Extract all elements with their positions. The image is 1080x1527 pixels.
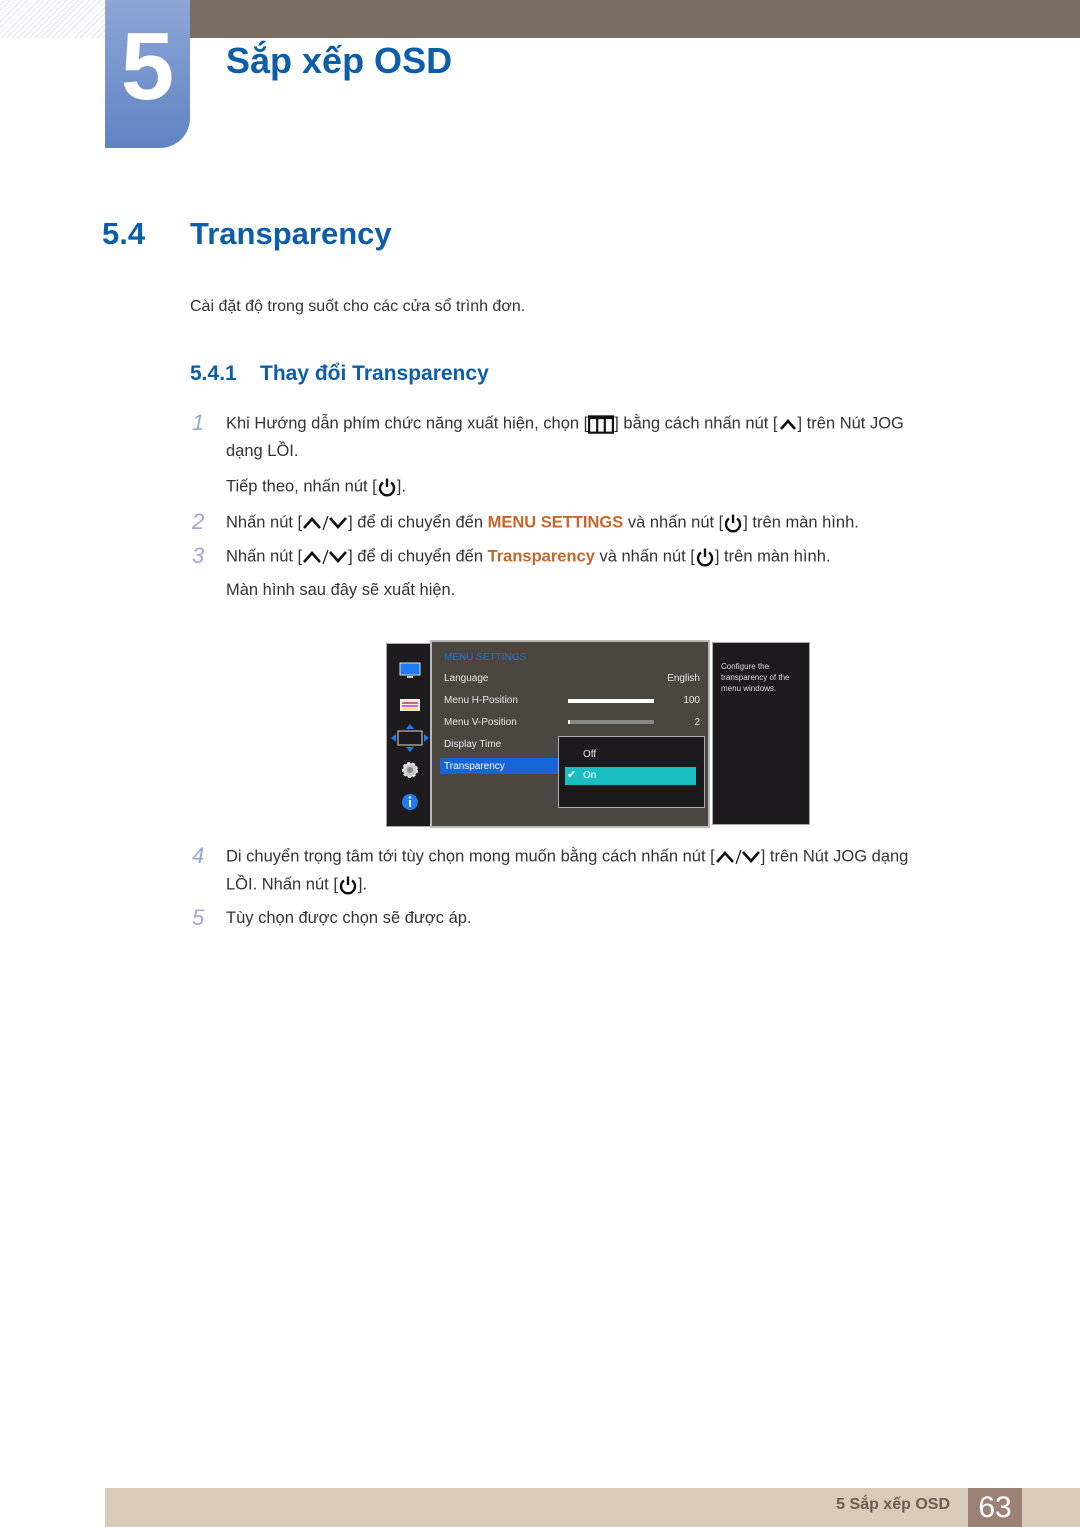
step-3-line: Nhấn nút [ ] để di chuyển đến Transparenc…: [226, 547, 830, 567]
menu-icon: [588, 414, 614, 434]
gear-icon: [402, 762, 418, 778]
up-down-icon: [715, 847, 761, 867]
monitor-icon: [399, 662, 421, 678]
chapter-badge: 5: [105, 0, 190, 148]
h-position-slider[interactable]: [568, 699, 654, 703]
osd-title: MENU SETTINGS: [444, 652, 527, 663]
osd-item-display-time[interactable]: Display Time: [444, 739, 501, 750]
step-1-line-2: dạng LỒI.: [226, 442, 299, 460]
v-position-slider[interactable]: [568, 720, 654, 724]
step-number: 1: [192, 410, 205, 435]
step-text: Di chuyển trọng tâm tới tùy chọn mong mu…: [226, 847, 715, 866]
step-text: ] để di chuyển đến: [348, 513, 488, 532]
osd-item-v-position[interactable]: Menu V-Position: [444, 717, 517, 728]
osd-help-text: Configure the transparency of the menu w…: [721, 662, 790, 693]
step-text: ].: [396, 477, 406, 496]
v-position-slider-fill: [568, 720, 570, 724]
picture-icon: [400, 699, 420, 711]
step-number: 3: [192, 543, 205, 568]
step-text: Khi Hướng dẫn phím chức năng xuất hiện, …: [226, 414, 589, 433]
power-icon: [695, 547, 715, 567]
subsection-title: Thay đổi Transparency: [260, 362, 489, 385]
intro-text: Cài đặt độ trong suốt cho các cửa sổ trì…: [190, 298, 526, 315]
option-on[interactable]: ✔ On: [565, 767, 696, 785]
check-icon: ✔: [567, 769, 577, 781]
osd-sidebar: [386, 643, 434, 827]
step-text: và nhấn nút [: [623, 513, 724, 532]
up-down-icon: [302, 513, 348, 533]
osd-value-language: English: [667, 673, 700, 684]
chapter-number: 5: [120, 13, 175, 120]
section-number: 5.4: [102, 216, 146, 251]
step-4-line: Di chuyển trọng tâm tới tùy chọn mong mu…: [226, 847, 908, 867]
step-3-line-2: Màn hình sau đây sẽ xuất hiện.: [226, 581, 456, 599]
osd-value-v-position: 2: [694, 717, 700, 728]
footer-chapter-label: 5 Sắp xếp OSD: [836, 1496, 950, 1513]
step-1-line: Khi Hướng dẫn phím chức năng xuất hiện, …: [226, 414, 904, 434]
info-icon: [402, 794, 418, 810]
osd-item-language[interactable]: Language: [444, 673, 489, 684]
osd-screenshot: MENU SETTINGS Language English Menu H-Po…: [386, 640, 810, 830]
step-text: ] để di chuyển đến: [348, 547, 488, 566]
page-number: 63: [968, 1488, 1022, 1527]
header-hatch: [0, 0, 105, 38]
step-text: ] trên màn hình.: [714, 547, 831, 566]
osd-main-panel: MENU SETTINGS Language English Menu H-Po…: [430, 640, 710, 828]
chapter-title: Sắp xếp OSD: [226, 40, 453, 81]
position-icon: [391, 724, 429, 752]
osd-item-transparency[interactable]: Transparency: [444, 761, 505, 772]
power-icon: [377, 477, 397, 497]
page-footer: 5 Sắp xếp OSD: [105, 1488, 1080, 1527]
step-2-line: Nhấn nút [ ] để di chuyển đến MENU SETTIN…: [226, 513, 859, 533]
subsection-number: 5.4.1: [190, 362, 237, 385]
highlight-text: MENU SETTINGS: [487, 513, 624, 532]
step-text: ].: [357, 875, 368, 894]
step-text: ] trên màn hình.: [743, 513, 859, 532]
step-number: 4: [192, 843, 205, 868]
step-5-line: Tùy chọn được chọn sẽ được áp.: [226, 909, 472, 927]
step-text: Nhấn nút [: [226, 547, 303, 566]
h-position-slider-fill: [568, 699, 654, 703]
osd-value-h-position: 100: [683, 695, 700, 706]
step-number: 5: [192, 905, 205, 930]
osd-help-panel: Configure the transparency of the menu w…: [712, 642, 810, 825]
transparency-options-popup: Off ✔ On: [558, 736, 705, 808]
step-text: Nhấn nút [: [226, 513, 303, 532]
option-off[interactable]: Off: [583, 749, 596, 760]
step-1-line-3: Tiếp theo, nhấn nút [].: [226, 477, 406, 497]
option-on-label: On: [583, 770, 597, 781]
step-text: ] trên Nút JOG: [797, 414, 904, 433]
step-number: 2: [192, 509, 205, 534]
step-text: ] trên Nút JOG dạng: [760, 847, 909, 866]
step-text: LỒI. Nhấn nút [: [226, 875, 338, 894]
header-bar: [190, 0, 1080, 38]
step-4-line-2: LỒI. Nhấn nút [].: [226, 875, 367, 895]
osd-item-h-position[interactable]: Menu H-Position: [444, 695, 518, 706]
power-icon: [723, 513, 743, 533]
step-text: Tiếp theo, nhấn nút [: [226, 477, 377, 496]
section-title: Transparency: [190, 216, 392, 251]
up-down-icon: [302, 547, 348, 567]
step-text: ] bằng cách nhấn nút [: [614, 414, 778, 433]
highlight-text: Transparency: [487, 547, 595, 566]
step-text: và nhấn nút [: [594, 547, 695, 566]
chevron-up-icon: [778, 414, 798, 434]
power-icon: [338, 875, 358, 895]
